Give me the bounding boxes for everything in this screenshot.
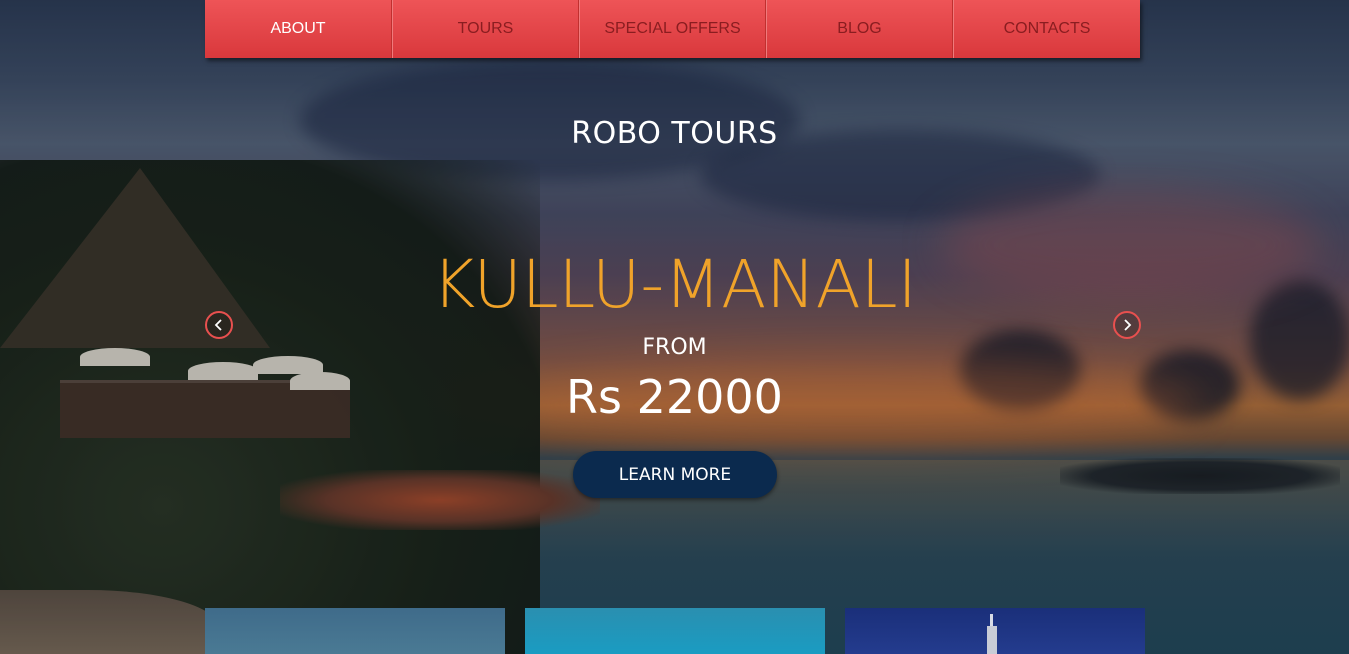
nav-item-tours[interactable]: TOURS (392, 0, 579, 58)
slider-prev-button[interactable] (205, 311, 233, 339)
learn-more-button[interactable]: LEARN MORE (573, 451, 777, 498)
tower (987, 626, 997, 654)
nav-item-blog[interactable]: BLOG (766, 0, 953, 58)
tour-thumbnail[interactable] (525, 608, 825, 654)
chevron-right-icon (1124, 319, 1132, 331)
nav-item-about[interactable]: ABOUT (205, 0, 392, 58)
chevron-left-icon (214, 319, 222, 331)
slide-destination: KULLU-MANALI (431, 246, 918, 323)
hero-slider (0, 0, 1349, 654)
nav-item-contacts[interactable]: CONTACTS (953, 0, 1140, 58)
site-brand: ROBO TOURS (571, 116, 778, 151)
price-from-label: FROM (642, 335, 707, 360)
slider-next-button[interactable] (1113, 311, 1141, 339)
nav-item-special-offers[interactable]: SPECIAL OFFERS (579, 0, 766, 58)
slide-price: Rs 22000 (566, 370, 783, 424)
hero-overlay (0, 0, 1349, 654)
tour-thumbnail[interactable] (845, 608, 1145, 654)
main-nav: ABOUT TOURS SPECIAL OFFERS BLOG CONTACTS (205, 0, 1140, 58)
tour-thumbnail[interactable] (205, 608, 505, 654)
